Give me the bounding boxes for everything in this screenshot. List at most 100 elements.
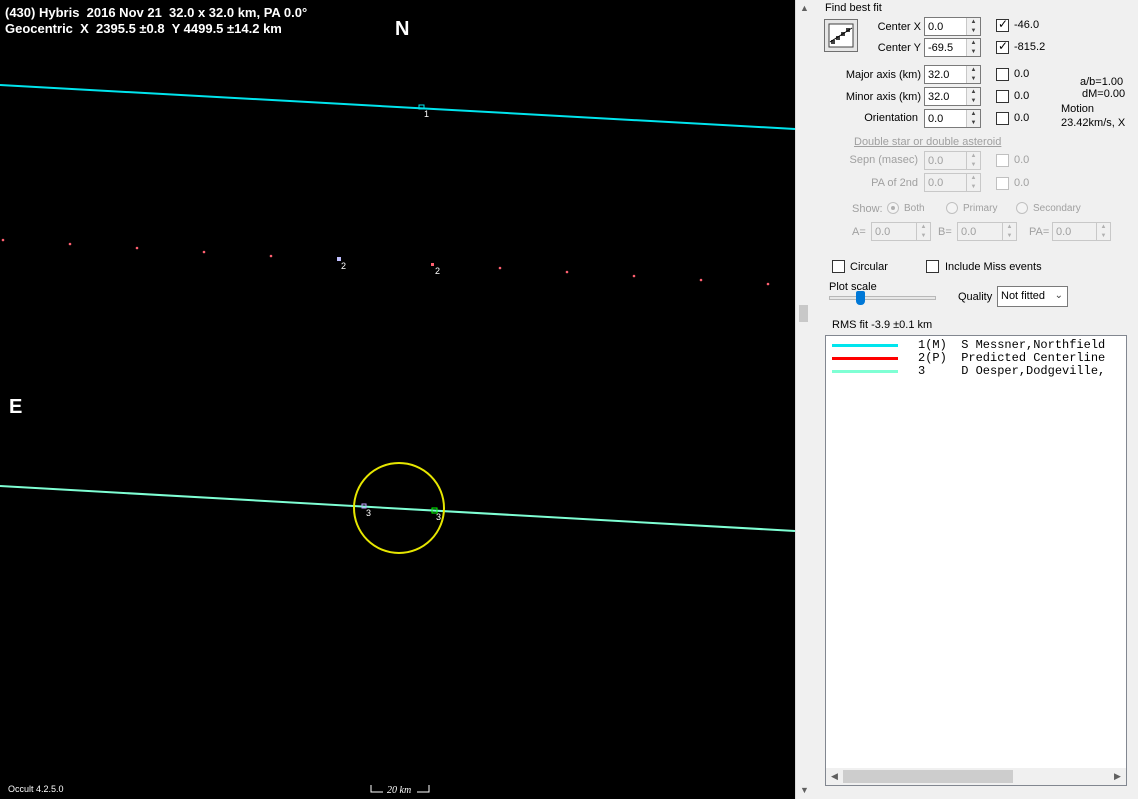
spin-down-icon[interactable]: ▼ — [967, 27, 980, 36]
circular-checkbox[interactable] — [832, 260, 845, 273]
b-input: 0.0 ▲ ▼ — [957, 222, 1017, 241]
chord-2-number-a: 2 — [341, 261, 347, 271]
b-label: B= — [938, 226, 952, 238]
legend-color-swatch — [832, 370, 898, 373]
list-item[interactable]: 2(P) Predicted Centerline — [826, 351, 1126, 365]
quality-select[interactable]: Not fitted ⌄ — [997, 286, 1068, 307]
vertical-scrollbar[interactable]: ▲ ▼ — [795, 0, 812, 799]
center-x-input[interactable]: 0.0 ▲ ▼ — [924, 17, 981, 36]
list-item[interactable]: 3 D Oesper,Dodgeville, — [826, 364, 1126, 378]
spin-up-icon: ▲ — [920, 224, 927, 230]
spin-up-icon: ▲ — [1006, 224, 1013, 230]
orientation-label: Orientation — [864, 112, 918, 124]
observer-list[interactable]: 1(M) S Messner,Northfield 2(P) Predicted… — [825, 335, 1127, 786]
show-primary-label: Primary — [963, 203, 998, 214]
a-input: 0.0 ▲ ▼ — [871, 222, 931, 241]
path-dot — [565, 270, 569, 274]
major-axis-input[interactable]: 32.0 ▲ ▼ — [924, 65, 981, 84]
orientation-fit-value: 0.0 — [1014, 112, 1030, 124]
plot-geocentric: Geocentric X 2395.5 ±0.8 Y 4499.5 ±14.2 … — [5, 21, 282, 36]
minor-axis-checkbox[interactable] — [996, 90, 1009, 103]
spin-down-icon: ▼ — [920, 232, 927, 239]
minor-axis-label: Minor axis (km) — [845, 91, 921, 103]
observer-label: 3 D Oesper,Dodgeville, — [918, 364, 1106, 378]
scroll-up-icon[interactable]: ▲ — [796, 0, 813, 17]
double-star-header: Double star or double asteroid — [854, 136, 1002, 148]
pa2-label: PA of 2nd — [871, 177, 918, 189]
show-both-label: Both — [904, 203, 925, 214]
circular-label: Circular — [850, 261, 888, 273]
spin-up-icon[interactable]: ▲ — [967, 39, 980, 48]
pa2-checkbox — [996, 177, 1009, 190]
spin-up-icon[interactable]: ▲ — [967, 88, 980, 97]
observer-label: 2(P) Predicted Centerline — [918, 351, 1106, 365]
orientation-input[interactable]: 0.0 ▲ ▼ — [924, 109, 981, 128]
motion-label: Motion — [1061, 103, 1095, 115]
find-best-fit-label: Find best fit — [825, 2, 882, 14]
spin-down-icon[interactable]: ▼ — [967, 75, 980, 84]
spin-down-icon[interactable]: ▼ — [967, 97, 980, 106]
plot-canvas — [0, 84, 795, 793]
chevron-down-icon: ⌄ — [1054, 290, 1063, 301]
center-x-label: Center X — [877, 21, 921, 33]
center-y-label: Center Y — [877, 42, 921, 54]
legend-color-swatch — [832, 357, 898, 360]
path-dot — [632, 274, 636, 278]
orientation-checkbox[interactable] — [996, 112, 1009, 125]
legend-horizontal-scrollbar[interactable]: ◀ ▶ — [826, 768, 1126, 785]
path-dot — [202, 250, 206, 254]
ab-ratio: a/b=1.00 — [1080, 76, 1124, 88]
sepn-checkbox — [996, 154, 1009, 167]
scroll-down-icon[interactable]: ▼ — [796, 782, 813, 799]
fit-control-panel: Find best fit Center X 0.0 ▲ ▼ ✓ -46.0 Ce… — [812, 0, 1138, 799]
sepn-input: 0.0 ▲ ▼ — [924, 151, 981, 170]
quality-label: Quality — [958, 291, 993, 303]
pa2-input: 0.0 ▲ ▼ — [924, 173, 981, 192]
show-both-radio — [887, 202, 899, 214]
scroll-left-icon[interactable]: ◀ — [826, 768, 843, 785]
path-dot — [498, 266, 502, 270]
major-axis-label: Major axis (km) — [845, 69, 921, 81]
chord-2-marker-b — [431, 263, 434, 266]
occult-window: (430) Hybris 2016 Nov 21 32.0 x 32.0 km,… — [0, 0, 1138, 799]
spin-down-icon[interactable]: ▼ — [967, 119, 980, 128]
scale-label: 20 km — [387, 785, 412, 796]
center-y-input[interactable]: -69.5 ▲ ▼ — [924, 38, 981, 57]
path-dot — [699, 278, 703, 282]
minor-axis-input[interactable]: 32.0 ▲ ▼ — [924, 87, 981, 106]
plot-scale-label: Plot scale — [829, 281, 877, 293]
scroll-right-icon[interactable]: ▶ — [1109, 768, 1126, 785]
show-label: Show: — [852, 203, 883, 215]
plot-scale-slider[interactable] — [856, 291, 865, 305]
spin-down-icon: ▼ — [970, 183, 977, 190]
path-dot — [269, 254, 273, 258]
pa-label: PA= — [1029, 226, 1050, 238]
find-best-fit-button[interactable] — [824, 19, 858, 52]
major-axis-checkbox[interactable] — [996, 68, 1009, 81]
center-y-fit-value: -815.2 — [1014, 41, 1046, 53]
path-dot — [135, 246, 139, 250]
dm-value: dM=0.00 — [1082, 88, 1126, 100]
legend-scroll-thumb[interactable] — [843, 770, 1013, 783]
spin-up-icon[interactable]: ▲ — [967, 66, 980, 75]
chord-3-line — [0, 485, 795, 532]
spin-up-icon[interactable]: ▲ — [967, 110, 980, 119]
center-x-checkbox[interactable]: ✓ — [996, 17, 1009, 32]
show-secondary-label: Secondary — [1033, 203, 1081, 214]
include-miss-label: Include Miss events — [945, 261, 1042, 273]
spin-up-icon: ▲ — [970, 175, 977, 181]
center-y-checkbox[interactable]: ✓ — [996, 39, 1009, 54]
chord-1-number: 1 — [424, 109, 430, 119]
sepn-fit-value: 0.0 — [1014, 154, 1030, 166]
spin-up-icon: ▲ — [970, 153, 977, 159]
scroll-thumb[interactable] — [799, 305, 808, 322]
sepn-label: Sepn (masec) — [849, 154, 918, 166]
chord-2-number-b: 2 — [435, 266, 441, 276]
plot-scale-track[interactable] — [829, 296, 936, 300]
spin-up-icon[interactable]: ▲ — [967, 18, 980, 27]
list-item[interactable]: 1(M) S Messner,Northfield — [826, 338, 1126, 352]
include-miss-checkbox[interactable] — [926, 260, 939, 273]
occultation-plot[interactable]: (430) Hybris 2016 Nov 21 32.0 x 32.0 km,… — [0, 0, 795, 799]
spin-down-icon: ▼ — [1100, 232, 1107, 239]
spin-down-icon[interactable]: ▼ — [967, 48, 980, 57]
